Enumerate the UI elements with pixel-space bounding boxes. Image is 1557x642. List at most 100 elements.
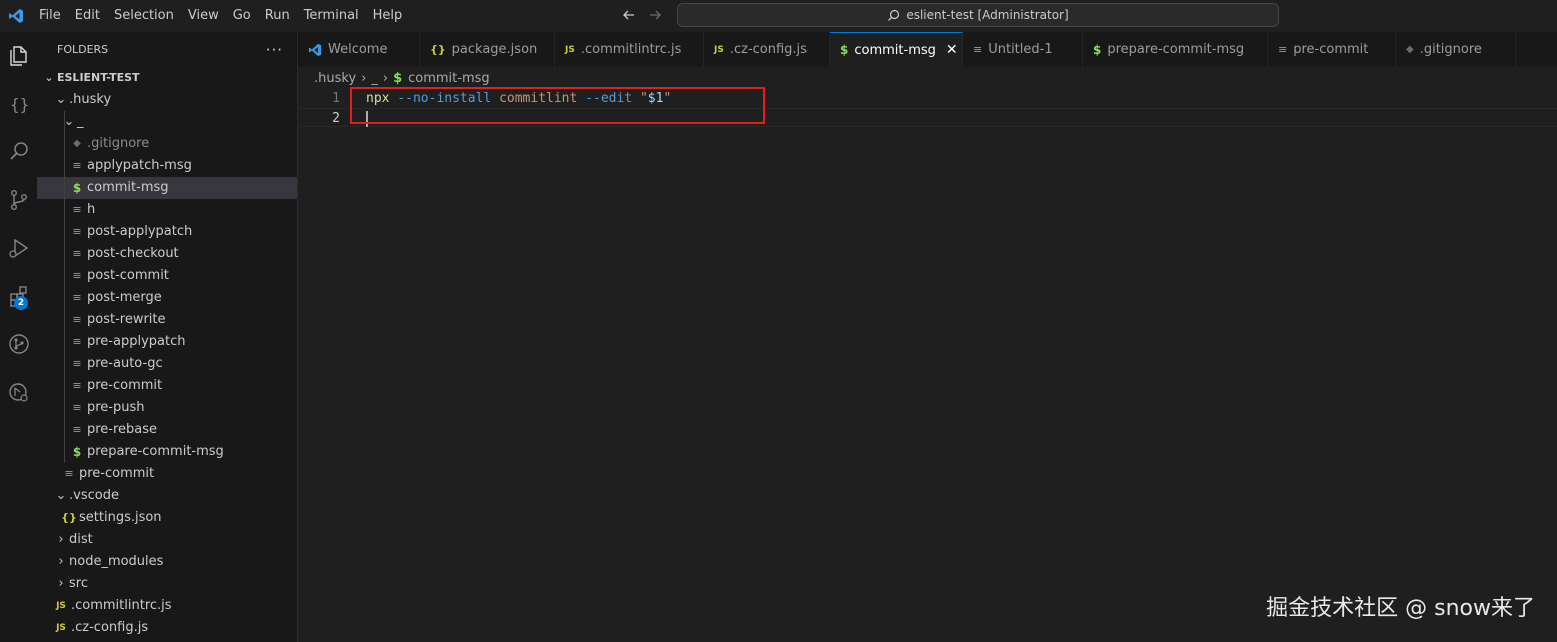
tree-file-pre-applypatch[interactable]: ≡ pre-applypatch	[37, 331, 297, 353]
git-graph-icon[interactable]	[0, 324, 37, 364]
indent-guide	[64, 441, 65, 463]
tab-label: .gitignore	[1419, 42, 1482, 57]
tree-file-pre-auto-gc[interactable]: ≡ pre-auto-gc	[37, 353, 297, 375]
file-lines-icon: ≡	[64, 467, 74, 480]
close-icon[interactable]: ✕	[946, 42, 958, 58]
tab-prepare-commit-msg[interactable]: $ prepare-commit-msg	[1083, 32, 1268, 67]
file-lines-icon: ≡	[72, 291, 82, 304]
tab-pre-commit[interactable]: ≡ pre-commit	[1268, 32, 1396, 67]
tree-file-post-checkout[interactable]: ≡ post-checkout	[37, 243, 297, 265]
tab-commit-msg[interactable]: $ commit-msg ✕	[830, 32, 963, 67]
tree-root[interactable]: ⌄ ESLIENT-TEST	[37, 67, 297, 89]
indent-guide	[64, 155, 65, 177]
tab-cz-config[interactable]: JS .cz-config.js	[704, 32, 830, 67]
breadcrumb-item[interactable]: _	[371, 71, 378, 86]
tree-folder-dist[interactable]: › dist	[37, 529, 297, 551]
tree-item-label: dist	[69, 532, 93, 547]
tree-file-post-applypatch[interactable]: ≡ post-applypatch	[37, 221, 297, 243]
tree-file-applypatch-msg[interactable]: ≡ applypatch-msg	[37, 155, 297, 177]
tab-welcome[interactable]: Welcome	[298, 32, 420, 67]
tree-file-post-merge[interactable]: ≡ post-merge	[37, 287, 297, 309]
js-file-icon: JS	[714, 44, 724, 55]
tree-folder-underscore[interactable]: ⌄ _	[37, 111, 297, 133]
search-icon[interactable]	[0, 132, 37, 172]
tree-item-label: .cz-config.js	[71, 620, 149, 635]
tree-folder-src[interactable]: › src	[37, 573, 297, 595]
command-center-search[interactable]: eslient-test [Administrator]	[677, 3, 1279, 27]
tree-file-pre-commit-hook[interactable]: ≡ pre-commit	[37, 375, 297, 397]
menu-terminal[interactable]: Terminal	[297, 4, 366, 28]
chevron-down-icon: ⌄	[44, 71, 54, 84]
back-arrow-icon[interactable]	[620, 5, 638, 25]
code-editor[interactable]: .husky › _ › $ commit-msg 1 npx --no-ins…	[298, 67, 1557, 642]
tree-item-label: _	[77, 114, 84, 129]
search-icon	[888, 9, 900, 21]
run-debug-icon[interactable]	[0, 228, 37, 268]
breadcrumb-file[interactable]: commit-msg	[408, 71, 490, 86]
tree-folder-node-modules[interactable]: › node_modules	[37, 551, 297, 573]
menu-selection[interactable]: Selection	[107, 4, 181, 28]
sidebar-header: FOLDERS ···	[37, 32, 297, 67]
tree-item-label: post-commit	[87, 268, 169, 283]
tab-package-json[interactable]: {} package.json	[420, 32, 555, 67]
file-lines-icon: ≡	[72, 335, 82, 348]
title-bar: File Edit Selection View Go Run Terminal…	[0, 0, 1557, 32]
tree-item-label: .gitignore	[87, 136, 150, 151]
menu-run[interactable]: Run	[258, 4, 297, 28]
breadcrumb-item[interactable]: .husky	[314, 71, 356, 86]
tree-folder-husky[interactable]: ⌄ .husky	[37, 89, 297, 111]
indent-guide	[64, 419, 65, 441]
tree-file-post-commit[interactable]: ≡ post-commit	[37, 265, 297, 287]
indent-guide	[64, 177, 65, 199]
explorer-icon[interactable]	[0, 36, 37, 76]
tree-file-pre-commit[interactable]: ≡ pre-commit	[37, 463, 297, 485]
tab-gitignore[interactable]: ◆ .gitignore	[1396, 32, 1516, 67]
json-icon[interactable]: {}	[0, 84, 37, 124]
file-lines-icon: ≡	[72, 203, 82, 216]
tree-file-pre-push[interactable]: ≡ pre-push	[37, 397, 297, 419]
tree-file-prepare-commit-msg[interactable]: $ prepare-commit-msg	[37, 441, 297, 463]
source-control-icon[interactable]	[0, 180, 37, 220]
tree-item-label: .commitlintrc.js	[71, 598, 172, 613]
chevron-down-icon: ⌄	[55, 488, 67, 503]
tree-item-label: pre-applypatch	[87, 334, 186, 349]
chevron-right-icon: ›	[58, 554, 64, 569]
remote-icon[interactable]	[0, 372, 37, 412]
tab-label: Welcome	[328, 42, 388, 57]
file-lines-icon: ≡	[72, 379, 82, 392]
tree-item-label: settings.json	[79, 510, 162, 525]
menu-bar: File Edit Selection View Go Run Terminal…	[32, 0, 409, 32]
indent-guide	[64, 221, 65, 243]
tree-file-settings-json[interactable]: {} settings.json	[37, 507, 297, 529]
tree-file-commitlintrc[interactable]: JS .commitlintrc.js	[37, 595, 297, 617]
chevron-right-icon: ›	[361, 70, 367, 86]
annotation-highlight-box	[350, 87, 765, 124]
editor-tabs: Welcome {} package.json JS .commitlintrc…	[298, 32, 1557, 67]
file-lines-icon: ≡	[1278, 43, 1288, 56]
tab-commitlintrc[interactable]: JS .commitlintrc.js	[555, 32, 704, 67]
menu-edit[interactable]: Edit	[68, 4, 107, 28]
forward-arrow-icon[interactable]	[646, 5, 664, 25]
more-actions-icon[interactable]: ···	[266, 41, 283, 59]
file-lines-icon: ≡	[72, 313, 82, 326]
vscode-icon	[308, 43, 322, 57]
shell-file-icon: $	[72, 445, 82, 459]
tree-file-cz-config[interactable]: JS .cz-config.js	[37, 617, 297, 639]
tree-item-label: post-rewrite	[87, 312, 166, 327]
tree-file-gitignore[interactable]: ◆ .gitignore	[37, 133, 297, 155]
tree-folder-vscode[interactable]: ⌄ .vscode	[37, 485, 297, 507]
chevron-down-icon: ⌄	[55, 92, 67, 107]
tree-file-post-rewrite[interactable]: ≡ post-rewrite	[37, 309, 297, 331]
tree-file-h[interactable]: ≡ h	[37, 199, 297, 221]
file-tree: ⌄ ESLIENT-TEST ⌄ .husky ⌄ _ ◆ .gitignore…	[37, 67, 297, 639]
menu-go[interactable]: Go	[226, 4, 258, 28]
menu-view[interactable]: View	[181, 4, 226, 28]
menu-help[interactable]: Help	[366, 4, 410, 28]
tree-file-pre-rebase[interactable]: ≡ pre-rebase	[37, 419, 297, 441]
tab-untitled-1[interactable]: ≡ Untitled-1	[963, 32, 1083, 67]
indent-guide	[64, 331, 65, 353]
tree-item-label: pre-push	[87, 400, 145, 415]
menu-file[interactable]: File	[32, 4, 68, 28]
line-number: 2	[332, 111, 340, 126]
tree-file-commit-msg[interactable]: $ commit-msg	[37, 177, 297, 199]
